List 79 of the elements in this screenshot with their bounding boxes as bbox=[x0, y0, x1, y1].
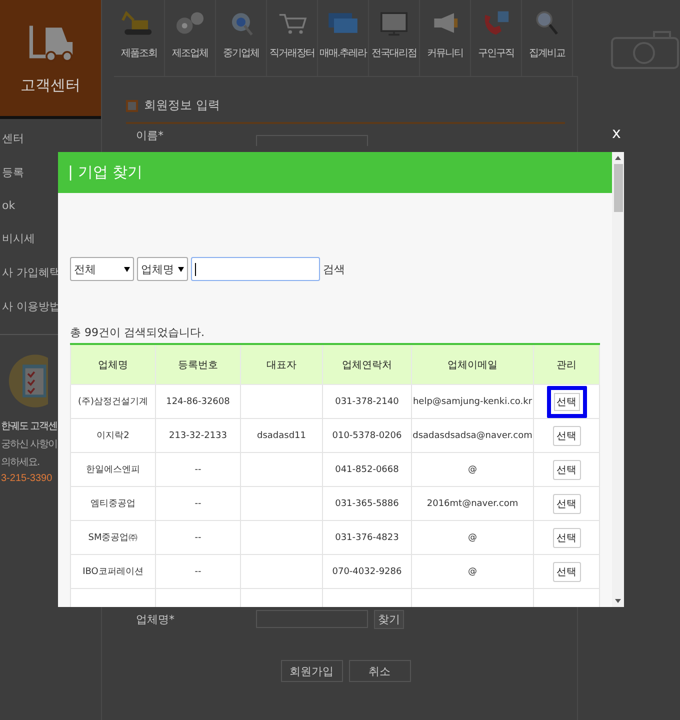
nav-item[interactable]: 전국대리점 bbox=[369, 0, 420, 76]
search-field[interactable] bbox=[191, 257, 320, 281]
result-count: 총 99건이 검색되었습니다. bbox=[70, 325, 206, 341]
sidebar-item[interactable]: 비시세 bbox=[2, 231, 35, 246]
nav-item[interactable]: 제품조회 bbox=[114, 0, 165, 76]
table-cell: 031-365-5886 bbox=[322, 486, 412, 520]
nav-item[interactable]: 직거래장터 bbox=[267, 0, 318, 76]
table-cell: @ bbox=[412, 554, 534, 588]
field-label: 업체명* bbox=[135, 612, 176, 626]
column-header: 대표자 bbox=[240, 344, 322, 384]
table-cell: (주)삼정건설기계 bbox=[70, 384, 156, 418]
table-cell: 070-4032-9286 bbox=[322, 554, 412, 588]
table-cell: help@samjung-kenki.co.kr bbox=[412, 384, 534, 418]
dropdown-caret-icon bbox=[124, 266, 130, 272]
table-cell: 한일에스엔피 bbox=[70, 452, 156, 486]
input-field[interactable] bbox=[256, 135, 368, 146]
column-header: 업체연락처 bbox=[322, 344, 412, 384]
help-text: 의하세요. bbox=[1, 456, 40, 469]
nav-item[interactable]: 중기업체 bbox=[216, 0, 267, 76]
nav-item[interactable]: 커뮤니티 bbox=[420, 0, 471, 76]
nav-item[interactable]: 제조업체 bbox=[165, 0, 216, 76]
table-cell: 010-5378-0206 bbox=[322, 418, 412, 452]
select-button[interactable]: 선택 bbox=[552, 562, 580, 582]
table-cell: -- bbox=[156, 486, 240, 520]
dropdown[interactable]: 전체 bbox=[70, 257, 134, 281]
select-button[interactable]: 선택 bbox=[552, 426, 580, 446]
nav-item[interactable]: 매매.추레라 bbox=[318, 0, 369, 76]
table-cell: -- bbox=[156, 554, 240, 588]
scrollbar[interactable] bbox=[612, 152, 624, 607]
modal-title: | 기업 찾기 bbox=[68, 163, 143, 182]
nav-item[interactable]: 구인구직 bbox=[471, 0, 522, 76]
find-button[interactable]: 찾기 bbox=[374, 610, 404, 628]
table-cell: 031-378-2140 bbox=[322, 384, 412, 418]
scroll-down-arrow-icon[interactable] bbox=[615, 599, 621, 603]
table-cell: 이지락2 bbox=[70, 418, 156, 452]
dropdown-caret-icon bbox=[178, 266, 184, 272]
sidebar-item[interactable]: 등록 bbox=[2, 165, 24, 180]
scrollbar-thumb[interactable] bbox=[614, 164, 622, 212]
help-title: 한궤도 고객센 bbox=[1, 420, 58, 433]
select-button[interactable]: 선택 bbox=[552, 460, 580, 480]
clipboard-icon bbox=[8, 353, 48, 409]
table-cell: 2016mt@naver.com bbox=[412, 486, 534, 520]
close-button[interactable]: x bbox=[610, 124, 623, 142]
table-cell: dsadasdsadsa@naver.com bbox=[412, 418, 534, 452]
section-marker-icon bbox=[126, 100, 138, 112]
table-cell: 213-32-2133 bbox=[156, 418, 240, 452]
form-button[interactable]: 취소 bbox=[348, 660, 410, 682]
column-header: 등록번호 bbox=[156, 344, 240, 384]
column-header: 업체이메일 bbox=[412, 344, 534, 384]
table-cell: dsadasd11 bbox=[240, 418, 322, 452]
brand-title: 고객센터 bbox=[20, 76, 80, 94]
form-button[interactable]: 회원가입 bbox=[280, 660, 342, 682]
column-header: 업체명 bbox=[70, 344, 156, 384]
nav-item[interactable]: 집계비교 bbox=[522, 0, 573, 76]
help-text: 궁하신 사항이 bbox=[1, 438, 58, 451]
table-cell: @ bbox=[412, 452, 534, 486]
table-cell: -- bbox=[156, 452, 240, 486]
table-cell: IBO코퍼레이션 bbox=[70, 554, 156, 588]
table-cell: 041-852-0668 bbox=[322, 452, 412, 486]
input-field[interactable] bbox=[256, 610, 368, 628]
table-cell: -- bbox=[156, 520, 240, 554]
select-button[interactable]: 선택 bbox=[546, 386, 586, 418]
dropdown[interactable]: 업체명 bbox=[137, 257, 188, 281]
select-button[interactable]: 선택 bbox=[552, 528, 580, 548]
sidebar-item[interactable]: 센터 bbox=[2, 131, 24, 146]
table-cell: 124-86-32608 bbox=[156, 384, 240, 418]
camera-icon bbox=[610, 30, 680, 70]
scroll-up-arrow-icon[interactable] bbox=[615, 156, 621, 160]
section-title: 회원정보 입력 bbox=[144, 97, 220, 114]
table-cell: 엠티중공업 bbox=[70, 486, 156, 520]
select-button[interactable]: 선택 bbox=[552, 494, 580, 514]
table-cell: @ bbox=[412, 520, 534, 554]
table-cell: 031-376-4823 bbox=[322, 520, 412, 554]
search-link[interactable]: 검색 bbox=[323, 262, 345, 276]
help-phone: 3-215-3390 bbox=[1, 473, 52, 484]
column-header: 관리 bbox=[534, 344, 600, 384]
field-label: 이름* bbox=[135, 128, 164, 142]
table-cell: SM중공업㈜ bbox=[70, 520, 156, 554]
sidebar-item[interactable]: ok bbox=[2, 199, 16, 212]
